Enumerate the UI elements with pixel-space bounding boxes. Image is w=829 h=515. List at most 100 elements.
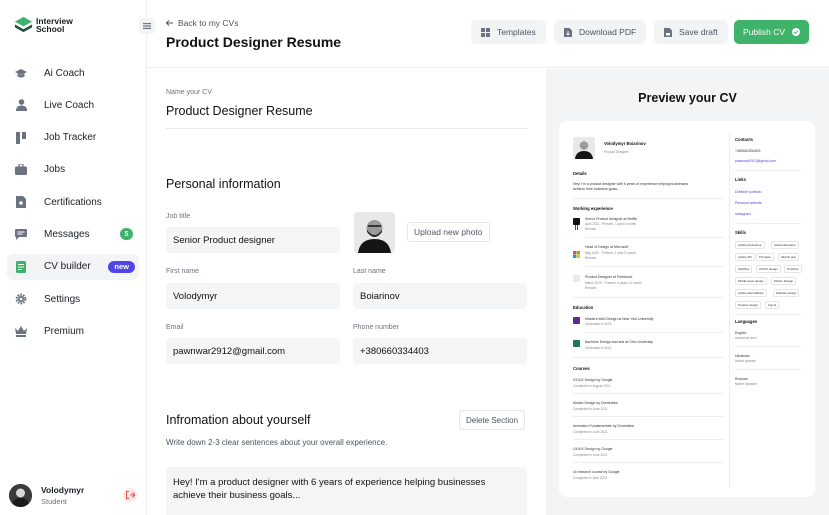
job-title-input[interactable]: Senior Product designer xyxy=(166,227,340,253)
sidebar-item-label: Certifications xyxy=(44,196,102,208)
logo-text: Interview School xyxy=(36,16,73,33)
logo[interactable]: Interview School xyxy=(14,15,73,34)
back-link[interactable]: Back to my CVs xyxy=(166,18,238,28)
cv-name-input[interactable]: Product Designer Resume xyxy=(166,104,528,129)
cv-contact-phone: +380660334403 xyxy=(735,149,761,153)
messages-count-badge: 5 xyxy=(120,228,133,241)
download-pdf-label[interactable]: Download PDF xyxy=(579,27,636,37)
last-name-label: Last name xyxy=(353,268,386,275)
sidebar-item-label: Ai Coach xyxy=(44,67,85,79)
cv-edu-date: Graduated in 2014 xyxy=(585,346,612,350)
cv-contact-email: pawnwar2912@gmail.com xyxy=(735,159,777,163)
cv-skill-tag: Mobile apps design xyxy=(735,277,767,285)
cv-skill-tag: Adobe After Effects xyxy=(735,289,767,297)
cv-skill-tag: Sketch app xyxy=(778,253,800,261)
cv-divider xyxy=(573,198,723,199)
last-name-input[interactable]: Boiarinov xyxy=(353,283,527,309)
cv-details-line: achieve their business goals... xyxy=(573,187,620,191)
cv-divider xyxy=(573,393,723,394)
cv-exp-title: Senior Product designer at Netflix xyxy=(585,217,638,221)
new-badge: new xyxy=(108,260,135,273)
gear-icon xyxy=(15,293,27,305)
cv-divider xyxy=(735,170,801,171)
templates-icon xyxy=(481,27,490,37)
cv-skills-heading: Skills xyxy=(735,230,746,235)
sidebar-item-cv-builder[interactable]: CV builder new xyxy=(7,253,139,280)
crown-icon xyxy=(15,325,27,337)
sidebar-item-jobs[interactable]: Jobs xyxy=(7,157,139,183)
cv-divider xyxy=(573,357,723,358)
ohio-logo-icon xyxy=(573,340,580,347)
user-profile[interactable]: Volodymyr Student xyxy=(9,484,84,507)
profile-photo xyxy=(354,212,395,253)
cv-skill-tag: ProtoPie xyxy=(784,265,802,273)
templates-button[interactable]: Templates xyxy=(471,20,546,44)
cv-edu-title: Bachelor Design and arts at Ohio Univers… xyxy=(585,340,653,344)
delete-section-button[interactable]: Delete Section xyxy=(459,410,526,430)
email-label: Email xyxy=(166,324,184,331)
sidebar-item-messages[interactable]: Messages 5 xyxy=(7,221,139,247)
cv-edu-title: Masters Web Design at New York Universit… xyxy=(585,317,654,321)
user-name: Volodymyr xyxy=(41,485,85,495)
cv-link: Personal website xyxy=(735,201,762,205)
cv-divider xyxy=(585,266,723,267)
cv-exp-date: April 2021 - Present, 1 year 6 month xyxy=(585,222,637,226)
cv-course-title: UX/UX Design by Google xyxy=(573,378,613,382)
logo-mark-icon xyxy=(14,16,33,33)
briefcase-icon xyxy=(15,164,27,176)
personal-info-title: Personal information xyxy=(166,177,281,191)
cv-language: Ukrainian xyxy=(735,354,750,358)
cv-skill-tag: Adobe Illustrator xyxy=(771,241,799,249)
sidebar-item-label: Jobs xyxy=(44,164,66,176)
save-icon xyxy=(664,27,672,37)
sidebar-item-settings[interactable]: Settings xyxy=(7,286,139,312)
nyu-logo-icon xyxy=(573,317,580,324)
cv-links-heading: Links xyxy=(735,177,746,182)
phone-input[interactable]: +380660334403 xyxy=(353,338,527,364)
cv-divider xyxy=(735,223,801,224)
save-draft-button[interactable]: Save draft xyxy=(654,20,728,44)
cv-preview-panel: Preview your CV Volodymyr Boiarinov Prod… xyxy=(546,69,829,515)
cv-language: Russian xyxy=(735,377,748,381)
cv-course-title: UI research course by Google xyxy=(573,470,620,474)
sidebar-item-label: CV builder xyxy=(44,261,91,273)
cv-education-heading: Education xyxy=(573,305,594,310)
cv-exp-date: May 2020 - Present, 1 year 5 month xyxy=(585,251,636,255)
upload-photo-button[interactable]: Upload new photo xyxy=(407,222,490,242)
microsoft-logo-icon xyxy=(573,245,580,258)
cv-exp-mode: Remote xyxy=(585,227,597,231)
sidebar-item-live-coach[interactable]: Live Coach xyxy=(7,92,139,118)
about-help-text: Write down 2-3 clear sentences about you… xyxy=(166,438,388,447)
cv-course-title: Motion Design by Domestika xyxy=(573,401,618,405)
cv-divider xyxy=(573,297,723,298)
graduation-cap-icon xyxy=(15,67,27,79)
about-textarea[interactable]: Hey! I'm a product designer with 6 years… xyxy=(166,467,527,515)
cv-divider xyxy=(735,369,801,370)
cv-details-line: Hey! I'm a product designer with 6 years… xyxy=(573,182,689,186)
arrow-left-icon xyxy=(166,20,173,26)
cv-divider xyxy=(573,439,723,440)
first-name-input[interactable]: Volodymyr xyxy=(166,283,340,309)
sidebar-collapse-button[interactable] xyxy=(139,18,155,34)
publish-cv-button[interactable]: Publish CV xyxy=(734,20,810,44)
person-icon xyxy=(15,99,27,112)
cv-experience-heading: Working experience xyxy=(573,206,613,211)
cv-divider xyxy=(585,237,723,238)
templates-label: Templates xyxy=(497,27,536,37)
sidebar-item-premium[interactable]: Premium xyxy=(7,318,139,344)
sidebar-item-certifications[interactable]: Certifications xyxy=(7,189,139,215)
cv-contacts-heading: Contacts xyxy=(735,137,753,142)
cv-role: Product Designer xyxy=(604,150,629,154)
download-pdf-button[interactable]: Download PDF xyxy=(554,20,647,44)
sidebar-item-job-tracker[interactable]: Job Tracker xyxy=(7,125,139,151)
cv-course-date: Completed in April 2022 xyxy=(573,476,607,480)
cv-name-label: Name your CV xyxy=(166,89,212,96)
user-info: Volodymyr Student xyxy=(41,485,84,506)
sidebar-item-ai-coach[interactable]: Ai Coach xyxy=(7,60,139,86)
first-name-label: First name xyxy=(166,268,200,275)
email-input[interactable]: pawnwar2912@gmail.com xyxy=(166,338,340,364)
cv-course-date: Completed in June 2021 xyxy=(573,430,608,434)
cv-exp-title: Head of Design at Microsoft xyxy=(585,245,629,249)
logout-button[interactable] xyxy=(123,488,137,502)
cv-language: English xyxy=(735,331,747,335)
